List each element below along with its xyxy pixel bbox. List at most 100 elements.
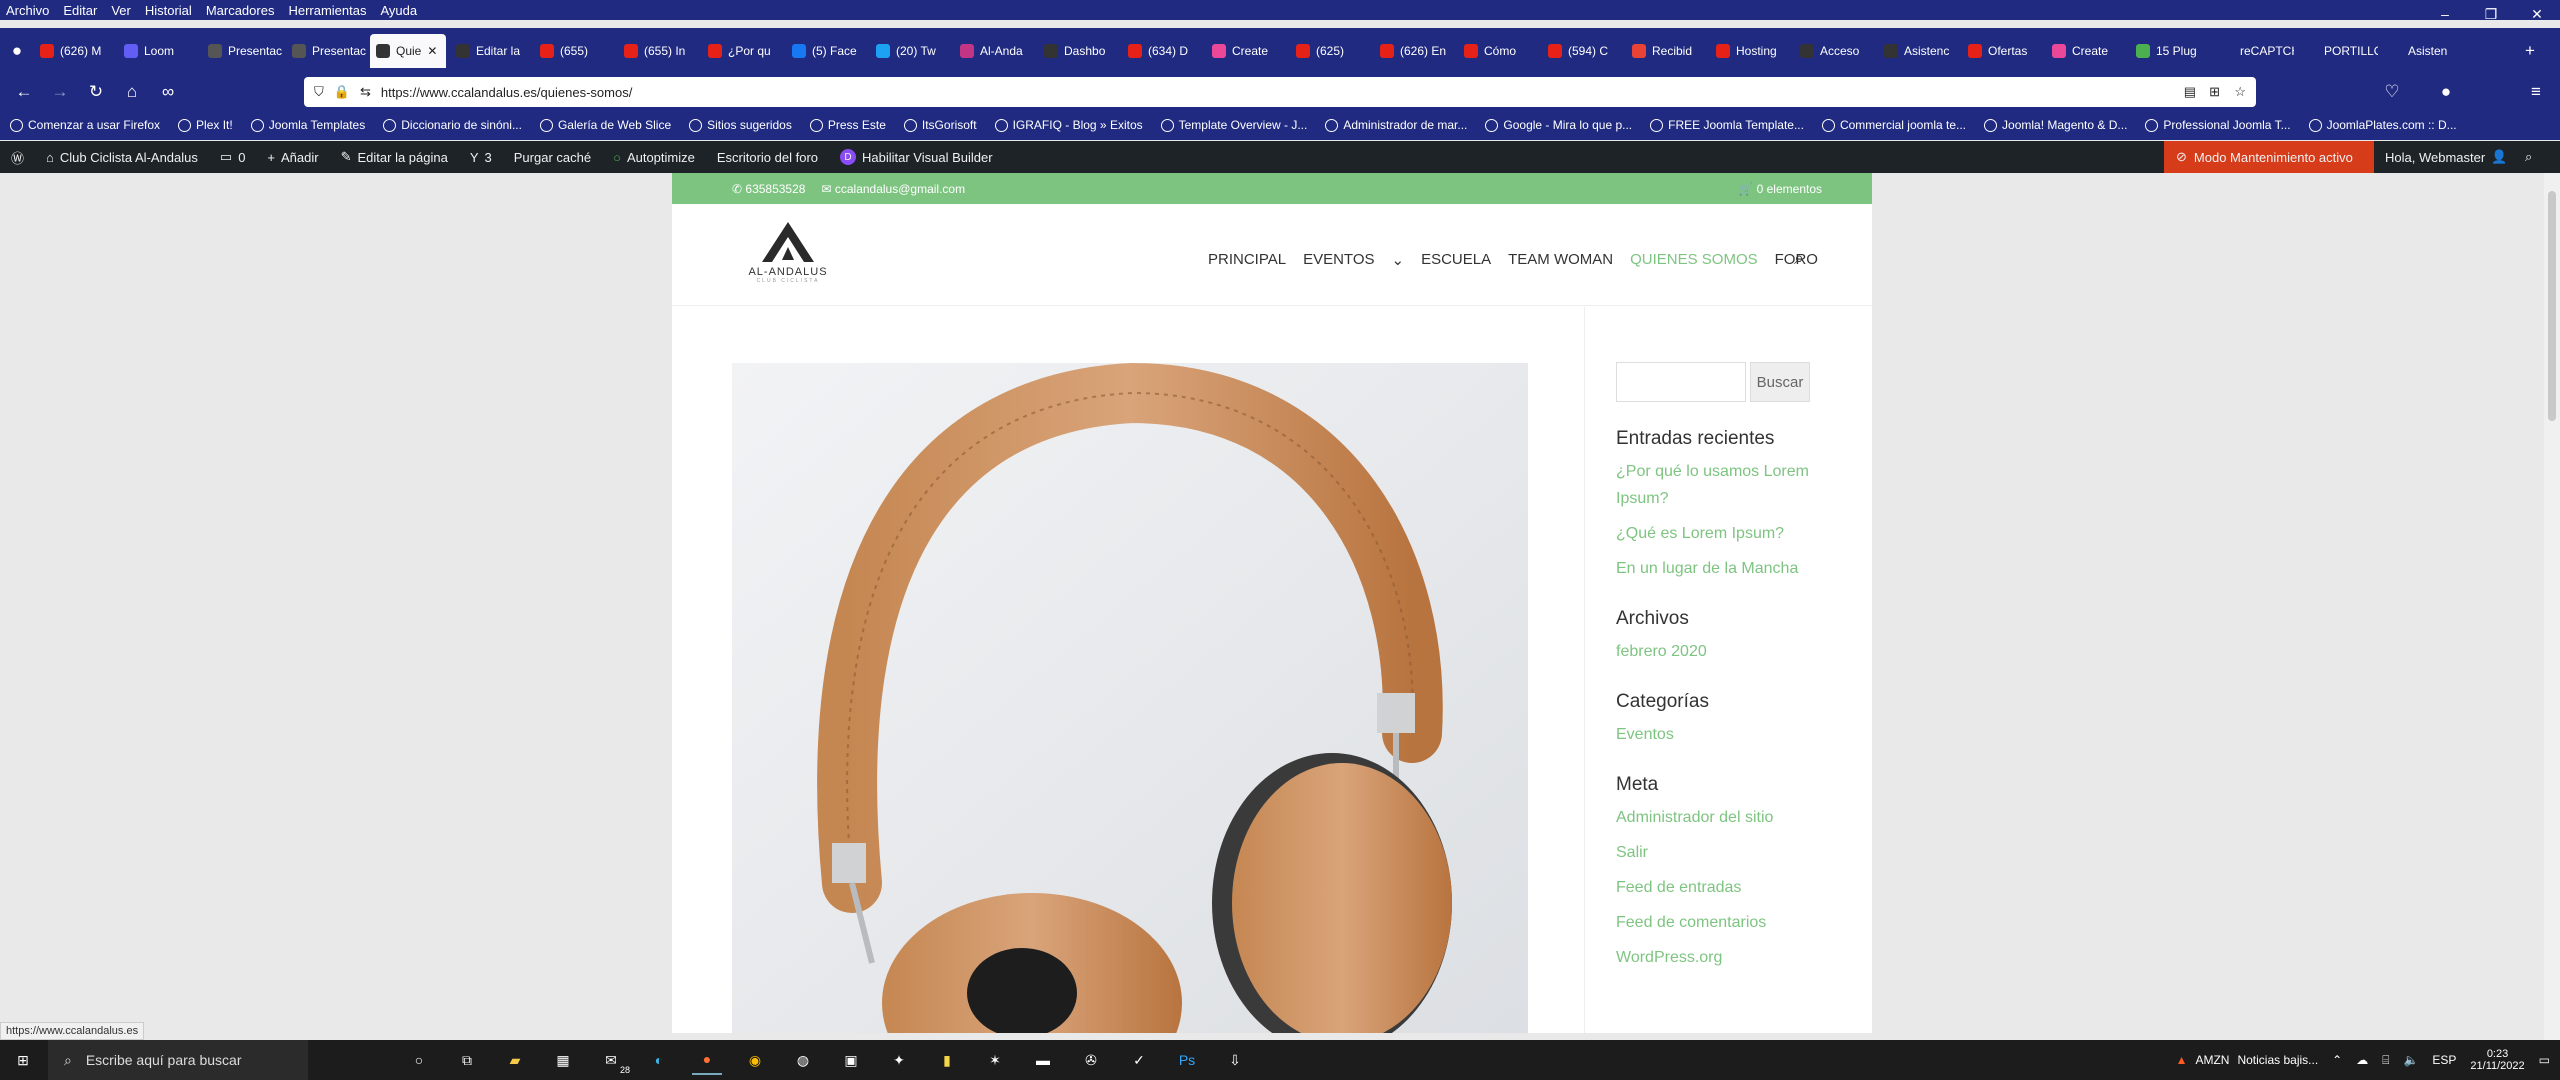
bookmark-item[interactable]: IGRAFIQ - Blog » Exitos: [994, 118, 1143, 132]
volume-icon[interactable]: 🔈: [2403, 1053, 2418, 1067]
bookmark-item[interactable]: Press Este: [809, 118, 886, 132]
browser-tab[interactable]: Quie ✕: [370, 34, 446, 68]
chevron-down-icon[interactable]: ⌄: [1392, 251, 1405, 269]
wordpress-logo-icon[interactable]: Ⓦ: [0, 141, 35, 173]
cats-link[interactable]: Eventos: [1616, 721, 1826, 748]
browser-tab[interactable]: 15 Plug: [2130, 34, 2210, 68]
bookmark-item[interactable]: Administrador de mar...: [1325, 118, 1467, 132]
firefox-menu-icon[interactable]: ●: [0, 36, 34, 66]
menu-item-herramientas[interactable]: Herramientas: [288, 3, 366, 18]
recent-link[interactable]: ¿Qué es Lorem Ipsum?: [1616, 520, 1826, 547]
archives-link[interactable]: febrero 2020: [1616, 638, 1826, 665]
menu-item-historial[interactable]: Historial: [145, 3, 192, 18]
clock[interactable]: 0:23 21/11/2022: [2470, 1048, 2524, 1072]
bookmark-item[interactable]: Plex It!: [178, 118, 233, 132]
bookmark-item[interactable]: Commercial joomla te...: [1821, 118, 1966, 132]
browser-tab[interactable]: Cómo: [1458, 34, 1538, 68]
firefox-icon[interactable]: ●: [692, 1045, 722, 1075]
browser-tab[interactable]: (20) Tw: [870, 34, 950, 68]
forum-dashboard-link[interactable]: Escritorio del foro: [706, 141, 829, 173]
browser-tab[interactable]: Asisten: [2382, 34, 2462, 68]
menu-item-ayuda[interactable]: Ayuda: [380, 3, 417, 18]
store-icon[interactable]: ▦: [548, 1045, 578, 1075]
menu-item-marcadores[interactable]: Marcadores: [206, 3, 275, 18]
reader-mode-icon[interactable]: ▤: [2184, 84, 2196, 100]
browser-tab[interactable]: (625): [1290, 34, 1370, 68]
edit-page-link[interactable]: ✎ Editar la página: [330, 141, 459, 173]
page-settings-icon[interactable]: ⇆: [360, 84, 371, 100]
user-greeting[interactable]: Hola, Webmaster 👤: [2374, 141, 2518, 173]
app-icon-7[interactable]: ✓: [1124, 1045, 1154, 1075]
menu-item-team-woman[interactable]: TEAM WOMAN: [1508, 251, 1613, 269]
maintenance-mode-badge[interactable]: ⊘ Modo Mantenimiento activo: [2164, 141, 2374, 173]
pocket-icon[interactable]: ♡: [2374, 77, 2410, 107]
bookmark-item[interactable]: ItsGorisoft: [903, 118, 977, 132]
browser-tab[interactable]: Al-Anda: [954, 34, 1034, 68]
browser-tab[interactable]: Create: [2046, 34, 2126, 68]
bookmark-item[interactable]: Galería de Web Slice: [539, 118, 671, 132]
language-indicator[interactable]: ESP: [2432, 1053, 2456, 1067]
add-new-link[interactable]: + Añadir: [256, 141, 329, 173]
browser-tab[interactable]: Dashbo: [1038, 34, 1118, 68]
sidebar-search-button[interactable]: Buscar: [1750, 362, 1810, 402]
browser-tab[interactable]: (594) C: [1542, 34, 1622, 68]
app-icon-2[interactable]: ▣: [836, 1045, 866, 1075]
meta-link[interactable]: Feed de entradas: [1616, 874, 1826, 901]
comments-link[interactable]: ▭ 0: [209, 141, 257, 173]
browser-tab[interactable]: (626) En: [1374, 34, 1454, 68]
email-info[interactable]: ✉ ccalandalus@gmail.com: [821, 182, 965, 196]
app-icon-5[interactable]: ▬: [1028, 1045, 1058, 1075]
browser-tab[interactable]: Recibid: [1626, 34, 1706, 68]
bookmark-item[interactable]: Joomla Templates: [250, 118, 365, 132]
meta-link[interactable]: WordPress.org: [1616, 944, 1826, 971]
tracking-shield-icon[interactable]: ⛉: [314, 84, 324, 100]
browser-tab[interactable]: Hosting: [1710, 34, 1790, 68]
purge-cache-link[interactable]: Purgar caché: [503, 141, 602, 173]
browser-tab[interactable]: (655) In: [618, 34, 698, 68]
restore-icon[interactable]: ❐: [2468, 0, 2514, 28]
menu-item-escuela[interactable]: ESCUELA: [1421, 251, 1491, 269]
bookmark-item[interactable]: FREE Joomla Template...: [1650, 118, 1804, 132]
minimize-icon[interactable]: –: [2422, 0, 2468, 28]
meta-link[interactable]: Salir: [1616, 839, 1826, 866]
browser-tab[interactable]: PORTILLO: [2298, 34, 2378, 68]
search-icon[interactable]: ⌕: [1794, 248, 1804, 269]
site-name-link[interactable]: ⌂ Club Ciclista Al-Andalus: [35, 141, 209, 173]
menu-item-eventos[interactable]: EVENTOS: [1303, 251, 1374, 269]
recent-link[interactable]: En un lugar de la Mancha: [1616, 555, 1826, 582]
notifications-icon[interactable]: ▭: [2539, 1053, 2550, 1067]
menu-item-quienes-somos[interactable]: QUIENES SOMOS: [1630, 251, 1758, 269]
browser-tab[interactable]: Ofertas: [1962, 34, 2042, 68]
autoptimize-link[interactable]: ○ Autoptimize: [602, 141, 706, 173]
stock-widget[interactable]: ▲ AMZN Noticias bajis...: [2176, 1053, 2319, 1067]
url-text[interactable]: https://www.ccalandalus.es/quienes-somos…: [381, 85, 632, 100]
reload-icon[interactable]: ↻: [78, 77, 114, 107]
browser-tab[interactable]: Loom: [118, 34, 198, 68]
page-scrollbar[interactable]: [2544, 173, 2560, 1040]
visual-builder-link[interactable]: D Habilitar Visual Builder: [829, 141, 1004, 173]
mail-icon[interactable]: ✉ 28: [596, 1045, 630, 1076]
meta-link[interactable]: Feed de comentarios: [1616, 909, 1826, 936]
yoast-link[interactable]: Y3: [459, 141, 503, 173]
browser-tab[interactable]: Create: [1206, 34, 1286, 68]
browser-tab[interactable]: Asistenc: [1878, 34, 1958, 68]
new-tab-icon[interactable]: +: [2512, 36, 2548, 66]
menu-item-archivo[interactable]: Archivo: [6, 3, 49, 18]
app-icon-8[interactable]: ⇩: [1220, 1045, 1250, 1075]
sticky-notes-icon[interactable]: ▮: [932, 1045, 962, 1075]
browser-tab[interactable]: ¿Por qu: [702, 34, 782, 68]
admin-search-icon[interactable]: ⌕: [2514, 141, 2543, 173]
windows-start-icon[interactable]: ⊞: [8, 1045, 38, 1075]
browser-tab[interactable]: Presentació: [202, 34, 282, 68]
bookmark-item[interactable]: JoomlaPlates.com :: D...: [2308, 118, 2457, 132]
app-menu-icon[interactable]: ≡: [2518, 77, 2554, 107]
app-icon-4[interactable]: ✶: [980, 1045, 1010, 1075]
browser-tab[interactable]: Acceso: [1794, 34, 1874, 68]
file-explorer-icon[interactable]: ▰: [500, 1045, 530, 1075]
browser-tab[interactable]: (5) Face: [786, 34, 866, 68]
bookmark-item[interactable]: Joomla! Magento & D...: [1984, 118, 2127, 132]
bookmark-item[interactable]: Template Overview - J...: [1160, 118, 1307, 132]
chrome-icon[interactable]: ◉: [740, 1045, 770, 1075]
translate-icon[interactable]: ⊞: [2209, 84, 2220, 100]
bookmark-item[interactable]: Diccionario de sinóni...: [383, 118, 522, 132]
